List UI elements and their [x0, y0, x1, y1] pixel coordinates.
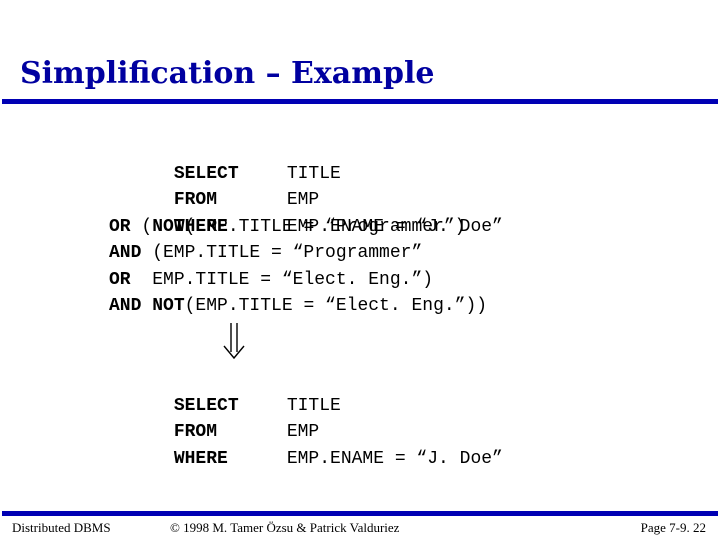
keyword-or: OR	[109, 216, 131, 237]
footer-page-number: Page 7-9. 22	[640, 520, 706, 535]
or-not-condition: (EMP.TITLE = “Programmer”)	[184, 216, 466, 237]
keyword-or: OR	[109, 269, 131, 290]
title-divider	[2, 99, 718, 104]
footer-copyright: © 1998 M. Tamer Özsu & Patrick Valduriez	[170, 520, 400, 535]
query-line-and-not: AND NOT(EMP.TITLE = “Elect. Eng.”))	[109, 293, 503, 320]
where-clause: EMP.ENAME = “J. Doe”	[286, 448, 503, 469]
query-line-select: SELECT TITLE	[109, 134, 503, 184]
simplified-query: SELECT TITLE FROM EMP WHERE EMP.ENAME = “J.…	[109, 366, 503, 469]
keyword-not: NOT	[152, 216, 185, 237]
from-clause: EMP	[286, 190, 320, 210]
original-query: SELECT TITLE FROM EMP WHERE EMP.ENAME = “J.…	[109, 134, 503, 320]
slide-title: Simplification – Example	[20, 56, 435, 91]
keyword-and: AND	[109, 296, 142, 316]
keyword-from: FROM	[173, 422, 218, 442]
from-clause: EMP	[286, 422, 320, 442]
keyword-where: WHERE	[173, 448, 228, 469]
keyword-select: SELECT	[173, 163, 239, 184]
keyword-and: AND	[109, 243, 142, 263]
query-line-or-not: OR (NOT(EMP.TITLE = “Programmer”)	[109, 214, 503, 241]
keyword-select: SELECT	[173, 395, 239, 416]
double-down-arrow-icon	[223, 323, 245, 360]
slide: Simplification – Example SELECT TITLE FRO…	[0, 0, 720, 540]
and-not-condition: (EMP.TITLE = “Elect. Eng.”))	[184, 296, 488, 316]
open-paren: (	[130, 216, 153, 237]
footer-course-name: Distributed DBMS	[12, 520, 111, 535]
footer-divider	[2, 511, 718, 516]
select-clause: TITLE	[286, 163, 341, 184]
select-clause: TITLE	[286, 395, 341, 416]
query-line-or: OR EMP.TITLE = “Elect. Eng.”)	[109, 267, 503, 294]
query-line-select: SELECT TITLE	[109, 366, 503, 416]
or-condition: EMP.TITLE = “Elect. Eng.”)	[130, 269, 434, 290]
query-line-and: AND (EMP.TITLE = “Programmer”	[109, 240, 503, 267]
and-condition: (EMP.TITLE = “Programmer”	[141, 243, 423, 263]
keyword-not: NOT	[152, 296, 185, 316]
keyword-from: FROM	[173, 190, 218, 210]
